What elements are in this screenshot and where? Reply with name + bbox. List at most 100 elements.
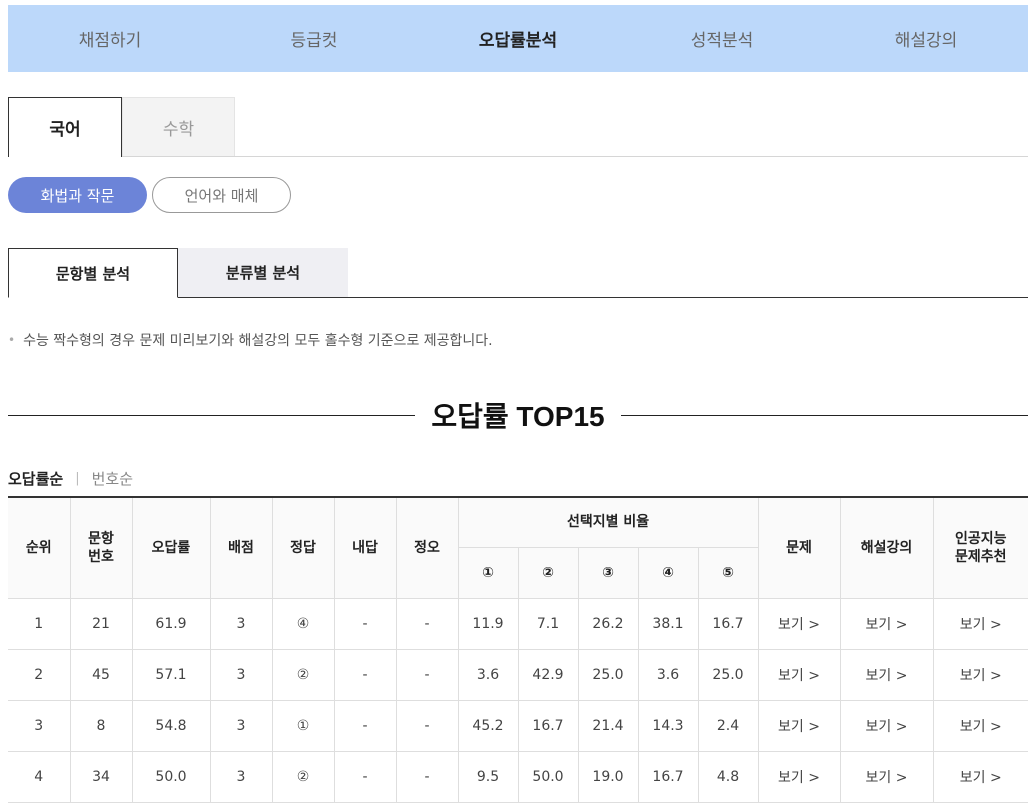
cell-rank: 4 (8, 750, 71, 803)
cell-choice-1: 9.5 (457, 750, 519, 803)
cell-choice-2: 42.9 (517, 648, 579, 701)
cell-choice-5: 4.8 (697, 750, 759, 803)
view-problem-link[interactable]: 보기 > (757, 597, 841, 650)
table-row: 1 21 61.9 3 ④ - - 11.9 7.1 26.2 38.1 16.… (8, 597, 1029, 650)
header-question-number-text: 문항 번호 (88, 530, 114, 565)
cell-points: 3 (209, 699, 273, 752)
tab-category-analysis[interactable]: 분류별 분석 (178, 248, 348, 297)
subject-tabs: 국어 수학 (8, 97, 1028, 157)
cell-choice-1: 11.9 (457, 597, 519, 650)
view-problem-link[interactable]: 보기 > (757, 750, 841, 803)
header-choice-2: ② (517, 546, 579, 599)
tab-korean[interactable]: 국어 (8, 97, 122, 157)
nav-grade-cut[interactable]: 등급컷 (212, 5, 416, 72)
cell-choice-5: 25.0 (697, 648, 759, 701)
header-error-rate: 오답률 (131, 496, 211, 599)
cell-choice-3: 19.0 (577, 750, 639, 803)
header-choice-1: ① (458, 546, 519, 599)
error-rate-table: 순위 문항 번호 오답률 배점 정답 내답 정오 선택지별 비율 문제 해설강의… (8, 496, 1029, 803)
header-rank: 순위 (8, 496, 71, 599)
view-ai-recommend-link[interactable]: 보기 > (932, 750, 1029, 803)
cell-question-number: 21 (69, 597, 133, 650)
header-my-answer: 내답 (333, 496, 397, 599)
header-ai-recommend: 인공지능 문제추천 (932, 496, 1029, 599)
divider-left (8, 414, 416, 416)
cell-answer: ② (271, 750, 335, 803)
cell-choice-4: 38.1 (637, 597, 699, 650)
view-lecture-link[interactable]: 보기 > (839, 648, 934, 701)
divider-right (620, 414, 1029, 416)
view-lecture-link[interactable]: 보기 > (839, 699, 934, 752)
elective-language-media-button[interactable]: 언어와 매체 (152, 177, 291, 213)
cell-choice-3: 25.0 (577, 648, 639, 701)
cell-rank: 1 (8, 597, 71, 650)
notice: • 수능 짝수형의 경우 문제 미리보기와 해설강의 모두 홀수형 기준으로 제… (8, 330, 493, 350)
table-row: 3 8 54.8 3 ① - - 45.2 16.7 21.4 14.3 2.4… (8, 699, 1029, 752)
tab-item-analysis[interactable]: 문항별 분석 (8, 248, 178, 298)
cell-correct: - (395, 648, 459, 701)
header-answer: 정답 (271, 496, 335, 599)
cell-question-number: 45 (69, 648, 133, 701)
view-problem-link[interactable]: 보기 > (757, 699, 841, 752)
nav-error-rate-analysis[interactable]: 오답률분석 (416, 5, 620, 72)
cell-question-number: 8 (69, 699, 133, 752)
cell-answer: ① (271, 699, 335, 752)
cell-choice-3: 26.2 (577, 597, 639, 650)
header-choice-4: ④ (637, 546, 699, 599)
cell-correct: - (395, 699, 459, 752)
cell-choice-2: 50.0 (517, 750, 579, 803)
elective-speech-writing-button[interactable]: 화법과 작문 (8, 177, 147, 213)
cell-question-number: 34 (69, 750, 133, 803)
cell-error-rate: 61.9 (131, 597, 211, 650)
cell-points: 3 (209, 750, 273, 803)
cell-my-answer: - (333, 648, 397, 701)
cell-choice-2: 16.7 (517, 699, 579, 752)
view-ai-recommend-link[interactable]: 보기 > (932, 597, 1029, 650)
nav-grading[interactable]: 채점하기 (8, 5, 212, 72)
sort-by-number[interactable]: 번호순 (92, 468, 133, 489)
header-points: 배점 (209, 496, 273, 599)
cell-choice-4: 3.6 (637, 648, 699, 701)
view-ai-recommend-link[interactable]: 보기 > (932, 648, 1029, 701)
header-choice-5: ⑤ (697, 546, 759, 599)
cell-error-rate: 50.0 (131, 750, 211, 803)
sort-options: 오답률순 | 번호순 (8, 468, 133, 489)
section-title: 오답률 TOP15 (431, 401, 605, 432)
header-choice-3: ③ (577, 546, 639, 599)
cell-error-rate: 54.8 (131, 699, 211, 752)
cell-correct: - (395, 597, 459, 650)
cell-choice-2: 7.1 (517, 597, 579, 650)
cell-correct: - (395, 750, 459, 803)
header-ai-recommend-text: 인공지능 문제추천 (955, 530, 1007, 565)
tab-math[interactable]: 수학 (122, 97, 235, 156)
cell-rank: 2 (8, 648, 71, 701)
view-lecture-link[interactable]: 보기 > (839, 750, 934, 803)
cell-choice-5: 16.7 (697, 597, 759, 650)
cell-choice-4: 16.7 (637, 750, 699, 803)
nav-lecture[interactable]: 해설강의 (824, 5, 1028, 72)
table-row: 4 34 50.0 3 ② - - 9.5 50.0 19.0 16.7 4.8… (8, 750, 1029, 803)
header-correct: 정오 (395, 496, 459, 599)
table-row: 2 45 57.1 3 ② - - 3.6 42.9 25.0 3.6 25.0… (8, 648, 1029, 701)
sort-by-error-rate[interactable]: 오답률순 (8, 468, 63, 489)
cell-answer: ② (271, 648, 335, 701)
view-problem-link[interactable]: 보기 > (757, 648, 841, 701)
view-ai-recommend-link[interactable]: 보기 > (932, 699, 1029, 752)
nav-score-analysis[interactable]: 성적분석 (620, 5, 824, 72)
cell-my-answer: - (333, 750, 397, 803)
header-question-number: 문항 번호 (69, 496, 133, 599)
header-lecture: 해설강의 (839, 496, 934, 599)
cell-choice-5: 2.4 (697, 699, 759, 752)
cell-my-answer: - (333, 597, 397, 650)
cell-answer: ④ (271, 597, 335, 650)
header-choice-ratio: 선택지별 비율 (457, 496, 759, 548)
section-header: 오답률 TOP15 (8, 395, 1029, 435)
sort-separator: | (75, 471, 80, 486)
top-navigation: 채점하기 등급컷 오답률분석 성적분석 해설강의 (8, 5, 1028, 72)
cell-choice-1: 45.2 (457, 699, 519, 752)
cell-my-answer: - (333, 699, 397, 752)
cell-choice-1: 3.6 (457, 648, 519, 701)
view-lecture-link[interactable]: 보기 > (839, 597, 934, 650)
header-problem: 문제 (757, 496, 841, 599)
bullet-icon: • (8, 333, 16, 347)
